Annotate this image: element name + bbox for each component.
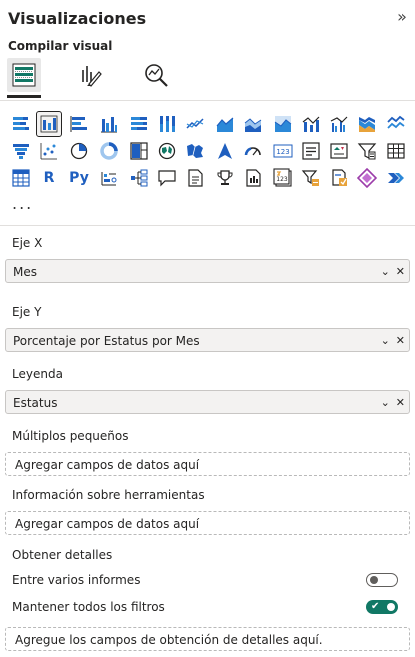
stacked-column-chart-icon[interactable] — [36, 111, 62, 137]
more-visuals-icon[interactable]: ... — [12, 194, 33, 213]
area-chart-icon[interactable] — [213, 112, 237, 136]
cross-report-label: Entre varios informes — [12, 573, 141, 587]
line-and-clustered-column-chart-icon[interactable] — [327, 112, 351, 136]
gauge-icon[interactable] — [241, 139, 265, 163]
drillthrough-placeholder: Agregue los campos de obtención de detal… — [15, 633, 323, 647]
stacked-area-chart-icon[interactable] — [241, 112, 265, 136]
100-stacked-bar-chart-icon[interactable] — [127, 112, 151, 136]
field-actions: ⌄ ✕ — [381, 264, 405, 280]
close-icon[interactable]: ✕ — [396, 265, 405, 279]
smart-narrative-icon[interactable] — [183, 166, 207, 190]
kpi-icon[interactable] — [327, 139, 351, 163]
clustered-column-chart-icon[interactable] — [97, 112, 121, 136]
line-chart-icon[interactable] — [183, 112, 207, 136]
scatter-chart-icon[interactable] — [37, 139, 61, 163]
chevron-down-icon[interactable]: ⌄ — [381, 334, 390, 348]
y-axis-field[interactable]: Porcentaje por Estatus por Mes ⌄ ✕ — [5, 328, 410, 352]
gallery-row-2: 123 — [9, 139, 409, 165]
cross-report-toggle[interactable] — [366, 573, 398, 587]
small-multiples-placeholder: Agregar campos de datos aquí — [15, 458, 200, 472]
ribbon-chart-icon[interactable] — [355, 112, 379, 136]
drillthrough-dropzone[interactable]: Agregue los campos de obtención de detal… — [5, 627, 410, 651]
power-automate-filter-icon[interactable] — [299, 166, 323, 190]
r-visual-label: R — [43, 170, 55, 186]
filled-map-icon[interactable] — [183, 139, 207, 163]
key-influencers-icon[interactable] — [97, 166, 121, 190]
keep-filters-label: Mantener todos los filtros — [12, 600, 165, 614]
tooltips-label: Información sobre herramientas — [12, 488, 205, 502]
line-and-stacked-column-chart-icon[interactable] — [299, 112, 323, 136]
divider — [0, 100, 415, 101]
legend-field-value: Estatus — [13, 396, 58, 410]
divider — [0, 225, 415, 226]
panel-title: Visualizaciones — [8, 9, 147, 28]
toggle-knob — [387, 603, 395, 611]
multi-row-card-icon[interactable] — [299, 139, 323, 163]
fields-tab-icon[interactable] — [7, 58, 41, 92]
matrix-icon[interactable] — [9, 166, 33, 190]
paginated-report-icon[interactable] — [241, 166, 265, 190]
field-actions: ⌄ ✕ — [381, 395, 405, 411]
format-visual-icon[interactable] — [73, 58, 107, 92]
pie-chart-icon[interactable] — [67, 139, 91, 163]
x-axis-label: Eje X — [12, 236, 43, 250]
power-automate-icon[interactable] — [384, 166, 408, 190]
table-icon[interactable] — [384, 139, 408, 163]
waterfall-chart-icon[interactable] — [384, 112, 408, 136]
keep-filters-toggle[interactable]: ✔ — [366, 600, 398, 614]
gallery-row-3: R Py 123 — [9, 166, 409, 192]
close-icon[interactable]: ✕ — [396, 334, 405, 348]
analytics-icon[interactable] — [139, 58, 173, 92]
build-visual-label: Compilar visual — [8, 39, 113, 53]
python-visual-label: Py — [69, 170, 89, 186]
y-axis-field-value: Porcentaje por Estatus por Mes — [13, 334, 200, 348]
build-mode-tabs — [0, 56, 180, 100]
checkmark-icon: ✔ — [371, 601, 380, 612]
r-visual-icon[interactable]: R — [37, 166, 61, 190]
tooltips-placeholder: Agregar campos de datos aquí — [15, 517, 200, 531]
stacked-bar-chart-icon[interactable] — [9, 112, 33, 136]
treemap-icon[interactable] — [127, 139, 151, 163]
legend-field[interactable]: Estatus ⌄ ✕ — [5, 390, 410, 414]
small-multiples-dropzone[interactable]: Agregar campos de datos aquí — [5, 452, 410, 476]
tooltips-dropzone[interactable]: Agregar campos de datos aquí — [5, 511, 410, 535]
clustered-bar-chart-icon[interactable] — [67, 112, 91, 136]
chevron-down-icon[interactable]: ⌄ — [381, 265, 390, 279]
drillthrough-label: Obtener detalles — [12, 548, 113, 562]
x-axis-field[interactable]: Mes ⌄ ✕ — [5, 259, 410, 283]
power-apps-diamond-icon[interactable] — [355, 166, 379, 190]
collapse-pane-icon[interactable]: » — [393, 9, 411, 27]
y-axis-label: Eje Y — [12, 305, 42, 319]
active-tab-indicator — [7, 95, 41, 98]
scorecard-icon[interactable]: 123 — [271, 166, 295, 190]
100-stacked-area-chart-icon[interactable] — [271, 112, 295, 136]
power-apps-icon[interactable] — [327, 166, 351, 190]
chevron-down-icon[interactable]: ⌄ — [381, 396, 390, 410]
python-visual-icon[interactable]: Py — [67, 166, 91, 190]
panel-header: Visualizaciones » — [0, 0, 415, 36]
legend-label: Leyenda — [12, 367, 63, 381]
metrics-trophy-icon[interactable] — [213, 166, 237, 190]
toggle-knob — [370, 576, 378, 584]
gallery-row-1 — [9, 111, 409, 138]
azure-map-icon[interactable] — [213, 139, 237, 163]
100-stacked-column-chart-icon[interactable] — [155, 112, 179, 136]
funnel-chart-icon[interactable] — [9, 139, 33, 163]
slicer-icon[interactable] — [355, 139, 379, 163]
x-axis-field-value: Mes — [13, 265, 37, 279]
qa-visual-icon[interactable] — [155, 166, 179, 190]
map-icon[interactable] — [155, 139, 179, 163]
donut-chart-icon[interactable] — [97, 139, 121, 163]
card-icon-label: 123 — [276, 148, 289, 156]
svg-text:123: 123 — [276, 176, 288, 183]
field-actions: ⌄ ✕ — [381, 333, 405, 349]
close-icon[interactable]: ✕ — [396, 396, 405, 410]
decomposition-tree-icon[interactable] — [127, 166, 151, 190]
card-icon[interactable]: 123 — [271, 139, 295, 163]
small-multiples-label: Múltiplos pequeños — [12, 429, 129, 443]
